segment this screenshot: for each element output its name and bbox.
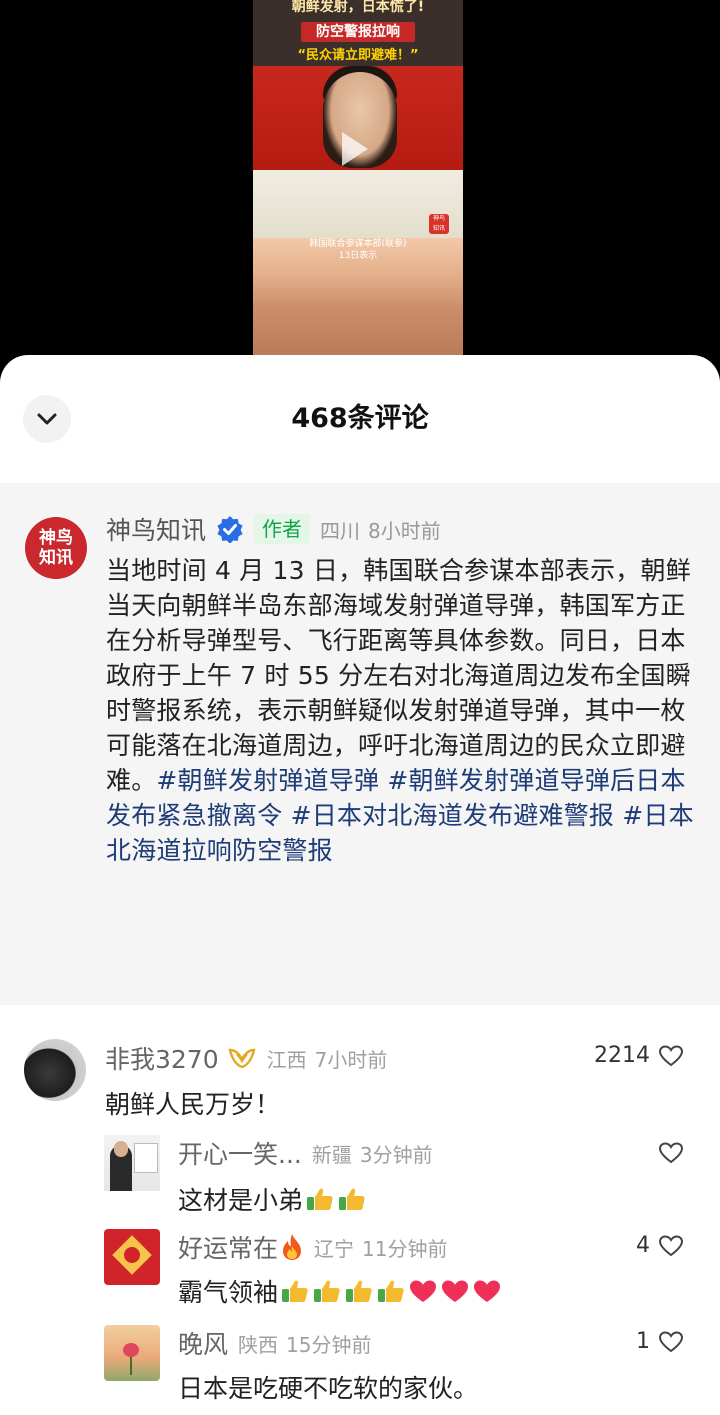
hashtag-link[interactable]: #朝鲜发射弹道导弹 [156, 766, 379, 795]
like-count: 4 [636, 1233, 650, 1258]
author-avatar-line-1: 神鸟 [39, 528, 73, 548]
video-caption-headline: 朝鲜发射，日本慌了! [291, 0, 425, 15]
comment-text: 霸气领袖 [178, 1271, 502, 1311]
thumbs-up-emoji [346, 1280, 372, 1302]
thumbs-up-emoji [307, 1188, 333, 1210]
thumbs-up-emoji [314, 1280, 340, 1302]
hashtag-link[interactable]: #日本对北海道发布避难警报 [291, 801, 615, 830]
logo-line-2: 知讯 [432, 225, 445, 232]
author-post-location: 四川 [320, 518, 361, 543]
comment-time: 15分钟前 [286, 1332, 372, 1357]
avatar-sign-board [134, 1143, 158, 1173]
comments-sheet: 468条评论 神鸟 知讯 神鸟知讯 作者 四川 8小时前 当地时间 4 月 13… [0, 355, 720, 1415]
red-heart-emoji [474, 1280, 501, 1302]
avatar-flower [123, 1343, 139, 1357]
thumbs-up-emoji [378, 1280, 404, 1302]
reply-item: 好运常在 辽宁 11分钟前 霸气领袖 4 [0, 1227, 720, 1317]
video-player[interactable]: 朝鲜发射，日本慌了! 防空警报拉响 “民众请立即避难！” 韩国联合参谋本部(联参… [253, 0, 463, 355]
author-post-header: 神鸟知讯 作者 四川 8小时前 [106, 509, 441, 549]
like-button[interactable]: 4 [636, 1233, 684, 1258]
heart-outline-icon [658, 1142, 684, 1164]
comment-time: 7小时前 [314, 1047, 388, 1072]
commenter-avatar[interactable] [104, 1135, 160, 1191]
comment-text: 日本是吃硬不吃软的家伙。 [178, 1374, 479, 1403]
avatar-person-face [114, 1141, 128, 1157]
commenter-name[interactable]: 好运常在 [178, 1229, 278, 1265]
author-tag-badge: 作者 [254, 514, 311, 544]
reply-header: 晚风 陕西 15分钟前 [178, 1323, 371, 1363]
red-heart-emoji [442, 1280, 469, 1302]
like-count: 1 [636, 1329, 650, 1354]
logo-line-1: 神鸟 [432, 215, 445, 222]
channel-logo: 神鸟 知讯 [429, 214, 449, 234]
heart-outline-icon [658, 1330, 684, 1352]
commenter-avatar[interactable] [24, 1039, 86, 1101]
reply-item: 晚风 陕西 15分钟前 日本是吃硬不吃软的家伙。 1 [0, 1323, 720, 1415]
commenter-name[interactable]: 非我3270 [105, 1040, 219, 1076]
heart-outline-icon [658, 1044, 684, 1066]
video-subtitle-line-2: 13日表示 [338, 251, 378, 261]
avatar-lucky-center [124, 1247, 140, 1263]
comment-text-content: 霸气领袖 [178, 1278, 279, 1307]
comment-location: 新疆 [311, 1142, 352, 1167]
video-caption-alert: 防空警报拉响 [301, 22, 415, 42]
verified-badge-icon [217, 516, 243, 543]
video-caption-quote: “民众请立即避难！” [297, 48, 419, 63]
comment-text: 这材是小弟 [178, 1179, 367, 1219]
comment-header: 非我3270 江西 7小时前 [105, 1038, 387, 1078]
author-post-body: 当地时间 4 月 13 日，韩国联合参谋本部表示，朝鲜当天向朝鲜半岛东部海域发射… [106, 553, 702, 868]
author-post: 神鸟 知讯 神鸟知讯 作者 四川 8小时前 当地时间 4 月 13 日，韩国联合… [0, 483, 720, 1005]
play-icon[interactable] [342, 132, 368, 166]
like-button[interactable] [650, 1141, 684, 1165]
comment-location: 江西 [266, 1047, 307, 1072]
commenter-name[interactable]: 开心一笑... [178, 1135, 302, 1171]
like-button[interactable]: 2214 [594, 1043, 684, 1068]
comment-time: 3分钟前 [359, 1142, 433, 1167]
comment-location: 辽宁 [314, 1236, 355, 1261]
gold-badge-icon [228, 1048, 256, 1069]
thumbs-up-emoji [339, 1188, 365, 1210]
like-count: 2214 [594, 1043, 650, 1068]
reply-header: 开心一笑... 新疆 3分钟前 [178, 1133, 433, 1173]
heart-outline-icon [658, 1234, 684, 1256]
author-post-text: 当地时间 4 月 13 日，韩国联合参谋本部表示，朝鲜当天向朝鲜半岛东部海域发射… [106, 556, 691, 795]
commenter-name[interactable]: 晚风 [178, 1325, 228, 1361]
reply-header: 好运常在 辽宁 11分钟前 [178, 1227, 447, 1267]
fire-emoji [283, 1234, 302, 1260]
comment-item: 非我3270 江西 7小时前 朝鲜人民万岁！ 2214 [0, 1035, 720, 1127]
commenter-avatar[interactable] [104, 1325, 160, 1381]
commenter-avatar[interactable] [104, 1229, 160, 1285]
avatar-flower-stem [130, 1357, 132, 1375]
comments-count-title: 468条评论 [291, 403, 429, 434]
author-post-time: 8小时前 [368, 518, 441, 543]
video-caption-subtitle: 韩国联合参谋本部(联参) 13日表示 [253, 238, 463, 262]
thumbs-up-emoji [282, 1280, 308, 1302]
reply-item: 开心一笑... 新疆 3分钟前 这材是小弟 [0, 1131, 720, 1221]
comment-text-content: 这材是小弟 [178, 1186, 304, 1215]
author-avatar-line-2: 知讯 [39, 548, 73, 568]
comment-text: 朝鲜人民万岁！ [105, 1090, 281, 1119]
comment-time: 11分钟前 [362, 1236, 448, 1261]
author-name[interactable]: 神鸟知讯 [106, 511, 206, 547]
video-subtitle-line-1: 韩国联合参谋本部(联参) [309, 239, 407, 249]
comment-location: 陕西 [238, 1332, 279, 1357]
author-avatar[interactable]: 神鸟 知讯 [25, 517, 87, 579]
red-heart-emoji [410, 1280, 437, 1302]
like-button[interactable]: 1 [636, 1329, 684, 1354]
